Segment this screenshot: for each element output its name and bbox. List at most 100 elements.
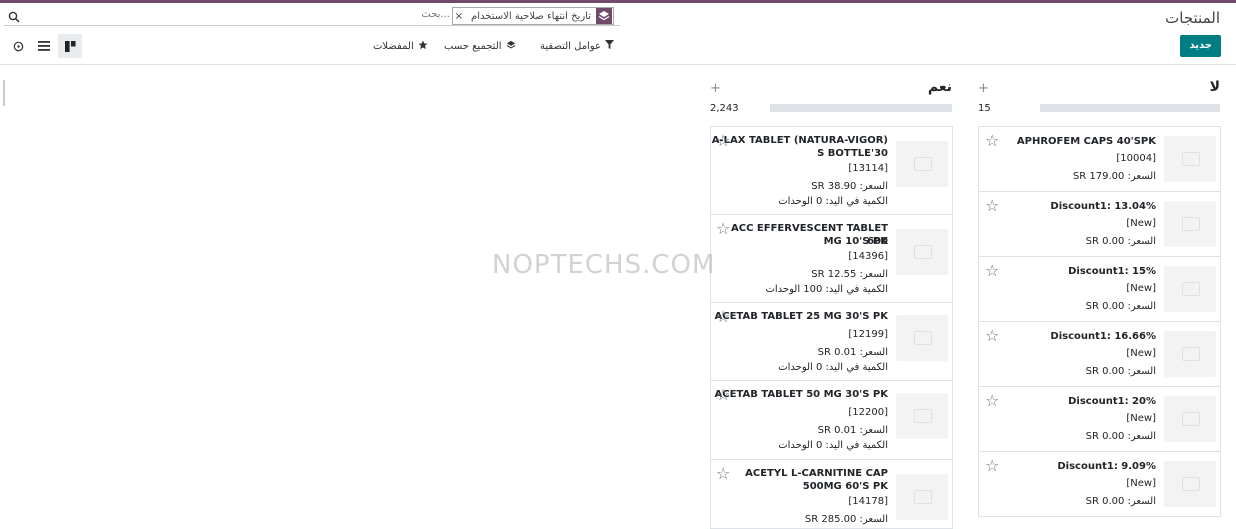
product-code: [New] <box>1126 348 1156 359</box>
top-accent-bar <box>0 0 1236 3</box>
search-facet: تاريخ انتهاء صلاحية الاستخدام × <box>451 7 614 25</box>
product-price: السعر: 0.00 SR <box>1085 301 1156 312</box>
product-card[interactable]: Discount1: 9.09% [New] السعر: 0.00 SR ☆ <box>978 451 1221 517</box>
product-name-line2: MG 10'S PK <box>823 236 888 247</box>
star-icon[interactable]: ☆ <box>985 458 999 474</box>
product-card[interactable]: Discount1: 16.66% [New] السعر: 0.00 SR ☆ <box>978 321 1221 387</box>
search-input[interactable]: بحث... <box>421 9 450 20</box>
add-card-icon[interactable]: + <box>978 81 989 96</box>
column-progress-bar[interactable] <box>1040 104 1220 112</box>
product-name: ACETAB TABLET 25 MG 30'S PK <box>714 311 889 322</box>
list-view-icon[interactable] <box>32 34 56 58</box>
product-code: [New] <box>1126 218 1156 229</box>
column-count: 2,243 <box>710 103 739 114</box>
product-quantity: الكمية في اليد: 100 الوحدات <box>765 284 888 295</box>
product-card[interactable]: ACETYL L-CARNITINE CAP 500MG 60'S PK [14… <box>710 459 953 529</box>
product-name: Discount1: 20% <box>1068 396 1156 407</box>
scroll-indicator <box>3 80 5 106</box>
product-price: السعر: 38.90 SR <box>811 181 888 192</box>
product-price: السعر: 179.00 SR <box>1072 171 1156 182</box>
facet-remove-icon[interactable]: × <box>453 11 467 22</box>
group-by-button[interactable]: التجميع حسب <box>444 40 516 53</box>
product-image <box>896 474 948 520</box>
column-title: لا <box>1209 79 1220 95</box>
product-price: السعر: 285.00 SR <box>804 514 888 525</box>
product-name: Discount1: 16.66% <box>1050 331 1156 342</box>
view-switcher <box>6 34 82 58</box>
group-by-label: التجميع حسب <box>444 41 502 52</box>
layers-icon <box>596 8 612 24</box>
column-title: نعم <box>927 79 952 95</box>
product-quantity: الكمية في اليد: 0 الوحدات <box>778 362 888 373</box>
product-card[interactable]: Discount1: 13.04% [New] السعر: 0.00 SR ☆ <box>978 191 1221 257</box>
add-card-icon[interactable]: + <box>710 81 721 96</box>
header-divider <box>0 64 1236 65</box>
product-name: ACETYL L-CARNITINE CAP <box>745 468 888 479</box>
star-icon[interactable]: ☆ <box>985 393 999 409</box>
product-image <box>896 393 948 439</box>
product-image <box>1164 331 1216 377</box>
column-progress-bar[interactable] <box>770 104 952 112</box>
product-image <box>1164 266 1216 312</box>
product-image <box>896 141 948 187</box>
product-name: ACETAB TABLET 50 MG 30'S PK <box>714 389 889 400</box>
product-price: السعر: 0.00 SR <box>1085 431 1156 442</box>
product-card[interactable]: ACETAB TABLET 50 MG 30'S PK [12200] السع… <box>710 380 953 460</box>
activity-view-icon[interactable] <box>6 34 30 58</box>
search-icon[interactable] <box>8 8 22 23</box>
product-code: [14396] <box>848 251 888 262</box>
page-title: المنتجات <box>1165 9 1220 27</box>
product-name-line2: 500MG 60'S PK <box>802 481 888 492</box>
product-price: السعر: 12.55 SR <box>811 269 888 280</box>
product-image <box>1164 461 1216 507</box>
filters-label: عوامل التصفية <box>540 40 601 52</box>
product-price: السعر: 0.01 SR <box>817 347 888 358</box>
favorites-label: المفضلات <box>373 41 414 52</box>
product-name: Discount1: 13.04% <box>1050 201 1156 212</box>
new-button[interactable]: جديد <box>1180 35 1221 57</box>
filters-button[interactable]: عوامل التصفية <box>540 40 614 52</box>
column-count: 15 <box>978 103 991 114</box>
product-code: [New] <box>1126 283 1156 294</box>
star-icon[interactable]: ☆ <box>716 133 730 149</box>
product-card[interactable]: Discount1: 20% [New] السعر: 0.00 SR ☆ <box>978 386 1221 452</box>
kanban-column-no: لا + 15 APHROFEM CAPS 40'SPK [10004] الس… <box>978 66 1221 523</box>
product-code: [12199] <box>848 329 888 340</box>
kanban-view-icon[interactable] <box>58 34 82 58</box>
star-icon <box>418 40 428 53</box>
product-code: [12200] <box>848 407 888 418</box>
product-price: السعر: 0.00 SR <box>1085 366 1156 377</box>
product-code: [New] <box>1126 413 1156 424</box>
star-icon[interactable]: ☆ <box>985 328 999 344</box>
product-name: A-LAX TABLET (NATURA-VIGOR) <box>711 135 888 146</box>
star-icon[interactable]: ☆ <box>716 221 730 237</box>
product-image <box>1164 201 1216 247</box>
product-card[interactable]: APHROFEM CAPS 40'SPK [10004] السعر: 179.… <box>978 126 1221 192</box>
product-card[interactable]: A-LAX TABLET (NATURA-VIGOR) 30'S BOTTLE … <box>710 126 953 215</box>
layers-icon <box>506 40 516 53</box>
star-icon[interactable]: ☆ <box>716 466 730 482</box>
kanban-column-yes: نعم + 2,243 A-LAX TABLET (NATURA-VIGOR) … <box>710 66 953 529</box>
filter-icon <box>604 40 614 52</box>
search-bar[interactable]: بحث... تاريخ انتهاء صلاحية الاستخدام × <box>4 6 620 26</box>
star-icon[interactable]: ☆ <box>716 309 730 325</box>
product-price: السعر: 0.00 SR <box>1085 236 1156 247</box>
product-image <box>1164 396 1216 442</box>
product-name: Discount1: 9.09% <box>1057 461 1156 472</box>
product-code: [New] <box>1126 478 1156 489</box>
favorites-button[interactable]: المفضلات <box>373 40 428 53</box>
star-icon[interactable]: ☆ <box>985 133 999 149</box>
product-name-line2: 30'S BOTTLE <box>817 148 888 159</box>
product-name: Discount1: 15% <box>1068 266 1156 277</box>
star-icon[interactable]: ☆ <box>985 198 999 214</box>
product-card[interactable]: ACC EFFERVESCENT TABLET 600 MG 10'S PK [… <box>710 214 953 303</box>
product-quantity: الكمية في اليد: 0 الوحدات <box>778 196 888 207</box>
star-icon[interactable]: ☆ <box>985 263 999 279</box>
product-name: APHROFEM CAPS 40'SPK <box>1016 136 1156 147</box>
product-price: السعر: 0.00 SR <box>1085 496 1156 507</box>
product-code: [14178] <box>848 496 888 507</box>
star-icon[interactable]: ☆ <box>716 387 730 403</box>
product-code: [10004] <box>1116 153 1156 164</box>
product-card[interactable]: ACETAB TABLET 25 MG 30'S PK [12199] السع… <box>710 302 953 381</box>
product-card[interactable]: Discount1: 15% [New] السعر: 0.00 SR ☆ <box>978 256 1221 322</box>
